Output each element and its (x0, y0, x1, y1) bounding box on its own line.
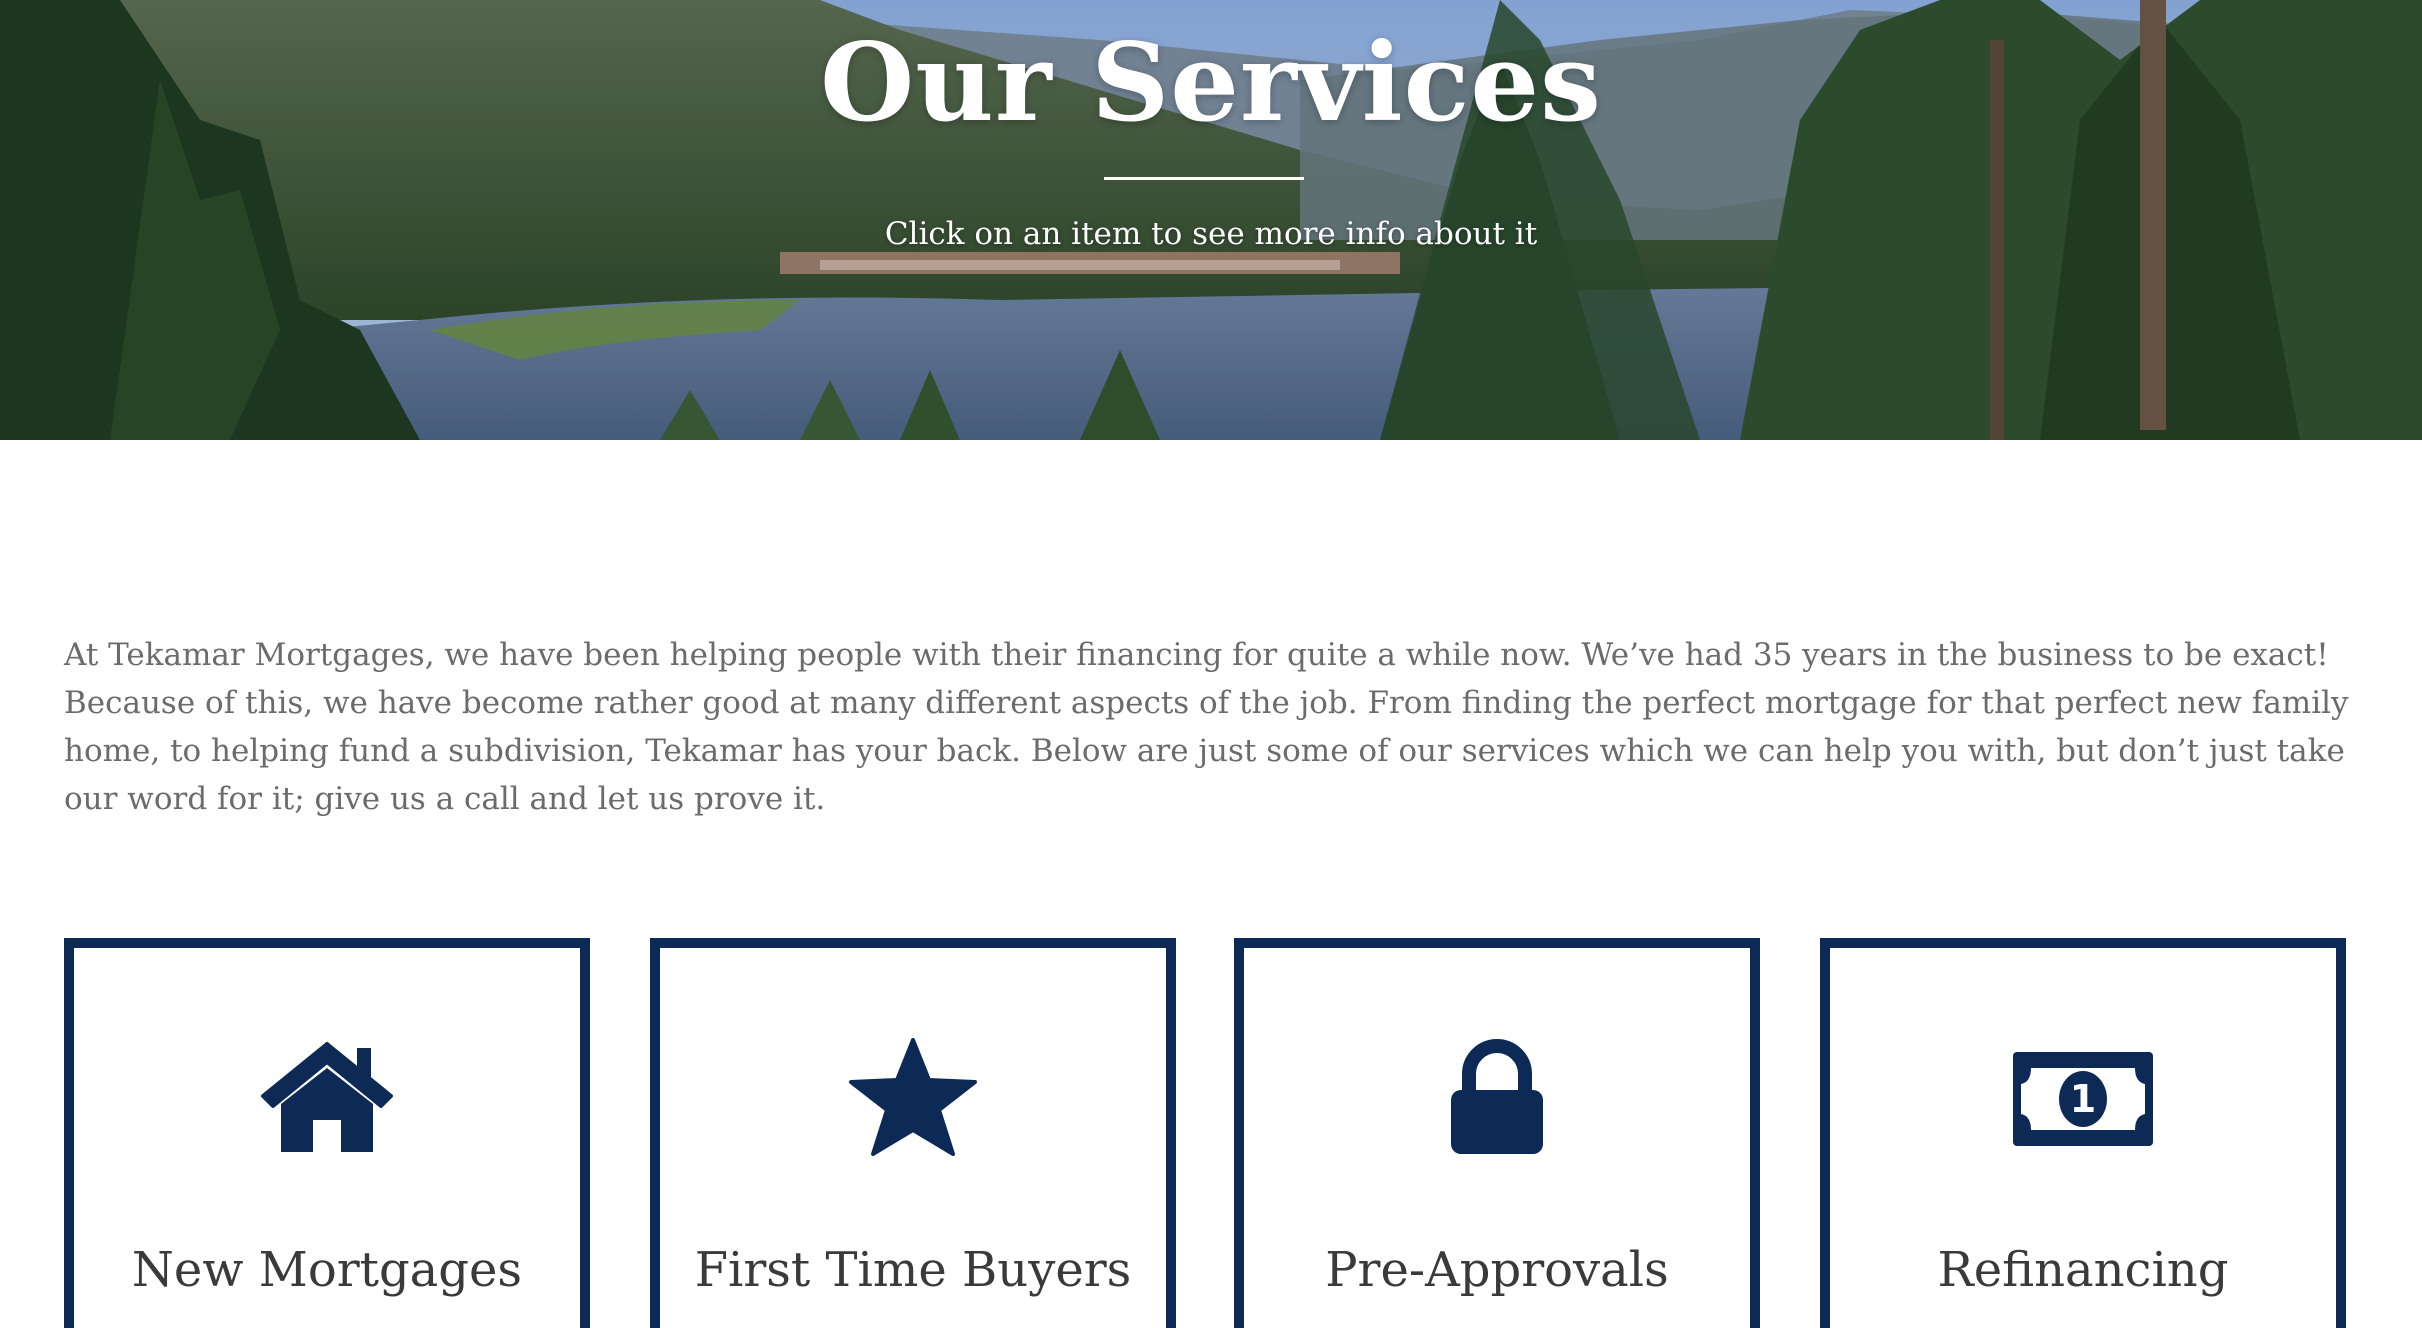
hero-banner: Our Services Click on an item to see mor… (0, 0, 2422, 440)
house-icon (257, 1038, 397, 1158)
title-divider (1104, 177, 1304, 180)
svg-text:1: 1 (2070, 1077, 2096, 1121)
service-label: Refinancing (1937, 1242, 2229, 1298)
service-label: First Time Buyers (694, 1242, 1132, 1298)
intro-paragraph: At Tekamar Mortgages, we have been helpi… (64, 637, 2349, 817)
page-subtitle: Click on an item to see more info about … (884, 216, 1538, 252)
service-card-refinancing[interactable]: 1 Refinancing (1820, 938, 2346, 1328)
service-card-first-time-buyers[interactable]: First Time Buyers (650, 938, 1176, 1328)
lock-icon (1427, 1038, 1567, 1158)
star-icon (843, 1038, 983, 1158)
service-label: New Mortgages (131, 1242, 523, 1298)
services-grid: New Mortgages First Time Buyers Pre-Appr… (64, 938, 2346, 1328)
page-title: Our Services (820, 20, 1602, 146)
service-label: Pre-Approvals (1325, 1242, 1669, 1298)
services-page: Our Services Click on an item to see mor… (0, 0, 2422, 1328)
dollar-bill-icon: 1 (2013, 1038, 2153, 1158)
service-card-pre-approvals[interactable]: Pre-Approvals (1234, 938, 1760, 1328)
service-card-new-mortgages[interactable]: New Mortgages (64, 938, 590, 1328)
